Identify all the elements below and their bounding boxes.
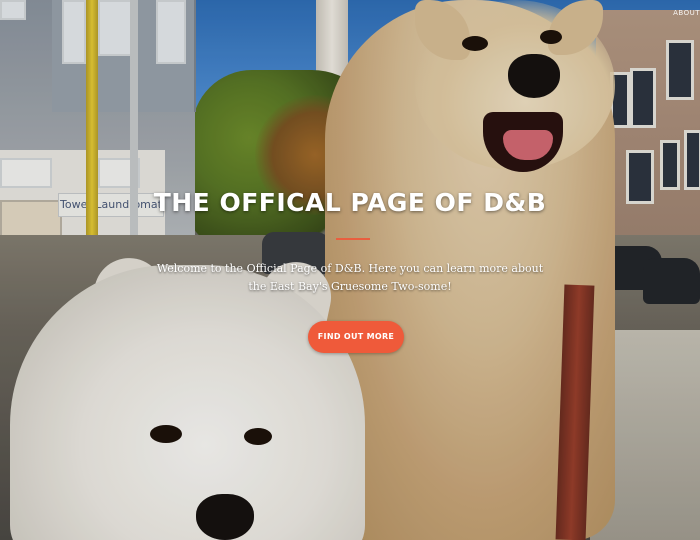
find-out-more-button[interactable]: FIND OUT MORE bbox=[308, 321, 404, 353]
title-divider bbox=[336, 238, 370, 240]
page-title: THE OFFICAL PAGE OF D&B bbox=[153, 188, 547, 217]
nav-about-link[interactable]: ABOUT bbox=[673, 9, 700, 17]
hero-subtitle: Welcome to the Official Page of D&B. Her… bbox=[156, 262, 544, 293]
top-nav: ABOUT bbox=[0, 0, 700, 24]
